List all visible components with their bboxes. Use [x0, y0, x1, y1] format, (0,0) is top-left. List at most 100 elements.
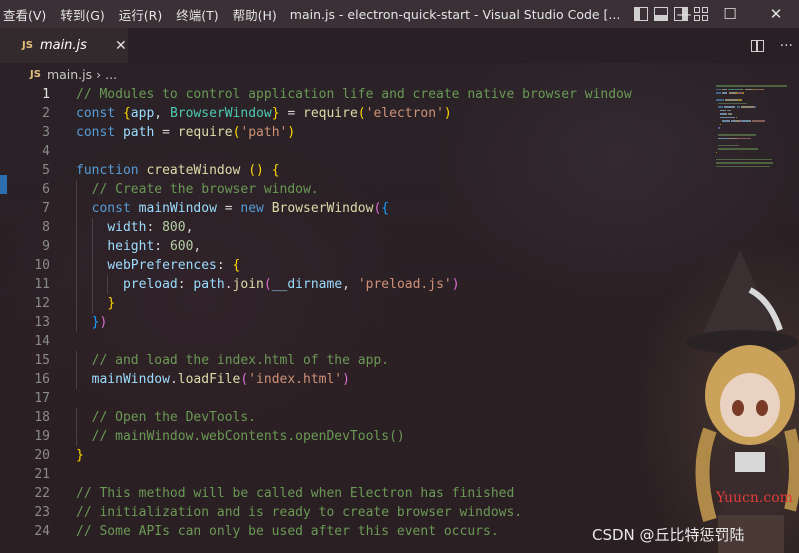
- code-line[interactable]: 19 // mainWindow.webContents.openDevTools…: [0, 427, 720, 446]
- minimap-mark: [734, 116, 735, 118]
- minimap-mark: [743, 92, 744, 94]
- code-token: }: [76, 448, 84, 463]
- indent-guide: [76, 199, 77, 218]
- minimap-mark: [753, 88, 763, 90]
- code-token: createWindow: [146, 163, 241, 178]
- toggle-primary-sidebar-icon[interactable]: [634, 7, 649, 21]
- indent-guide: [76, 408, 77, 427]
- code-line[interactable]: 12}: [0, 294, 720, 313]
- code-token: (: [263, 277, 272, 292]
- code-token: // Create the browser window.: [91, 182, 319, 197]
- breadcrumb-file[interactable]: main.js: [47, 67, 92, 82]
- code-line[interactable]: 20}: [0, 446, 720, 465]
- code-line[interactable]: 11 preload: path.join(__dirname, 'preload…: [0, 275, 720, 294]
- code-line[interactable]: 15 // and load the index.html of the app.: [0, 351, 720, 370]
- code-token: ): [443, 106, 452, 121]
- minimize-button[interactable]: —: [661, 0, 707, 28]
- code-token: mainWindow: [91, 372, 170, 387]
- minimap-mark: [716, 88, 721, 90]
- code-line[interactable]: 7 const mainWindow = new BrowserWindow({: [0, 199, 720, 218]
- line-number: 8: [42, 220, 50, 235]
- code-token: const: [91, 201, 139, 216]
- minimap-mark: [730, 109, 731, 111]
- maximize-button[interactable]: ☐: [707, 0, 753, 28]
- javascript-file-icon: JS: [30, 68, 41, 80]
- code-line[interactable]: 14: [0, 332, 720, 351]
- menu-terminal[interactable]: 终端(T): [169, 5, 225, 24]
- code-token: {: [232, 258, 241, 273]
- code-line[interactable]: 5 function createWindow () {: [0, 161, 720, 180]
- code-token: =: [154, 125, 178, 140]
- code-text: // Create the browser window.: [92, 180, 319, 199]
- close-window-button[interactable]: ✕: [753, 0, 799, 28]
- split-editor-icon[interactable]: [750, 39, 764, 52]
- code-token: {: [122, 106, 131, 121]
- code-line[interactable]: 23 // initialization and is ready to crea…: [0, 503, 720, 522]
- code-token: require: [177, 125, 233, 140]
- code-line[interactable]: 13}): [0, 313, 720, 332]
- code-text: // Open the DevTools.: [92, 408, 256, 427]
- code-line[interactable]: 22 // This method will be called when Ele…: [0, 484, 720, 503]
- indent-guide: [76, 313, 77, 332]
- line-number: 5: [42, 163, 50, 178]
- code-line[interactable]: 6 // Create the browser window.: [0, 180, 720, 199]
- minimap-mark: [763, 88, 764, 90]
- code-line[interactable]: 3 const path = require('path'): [0, 123, 720, 142]
- code-text: height: 600,: [107, 237, 201, 256]
- minimap-mark: [750, 137, 751, 139]
- code-line[interactable]: 4: [0, 142, 720, 161]
- code-token: ): [99, 315, 108, 330]
- code-editor[interactable]: 1 // Modules to control application life …: [0, 85, 720, 553]
- code-line[interactable]: 21: [0, 465, 720, 484]
- code-token: BrowserWindow: [271, 201, 374, 216]
- menu-run[interactable]: 运行(R): [112, 5, 169, 24]
- menu-help[interactable]: 帮助(H): [226, 5, 284, 24]
- code-token: // Some APIs can only be used after this…: [76, 524, 499, 539]
- code-text: width: 800,: [107, 218, 193, 237]
- code-line[interactable]: 9 height: 600,: [0, 237, 720, 256]
- code-line[interactable]: 8 width: 800,: [0, 218, 720, 237]
- code-line[interactable]: 16 mainWindow.loadFile('index.html'): [0, 370, 720, 389]
- minimap-mark: [718, 106, 723, 108]
- code-token: 'path': [240, 125, 288, 140]
- code-token: // initialization and is ready to create…: [76, 505, 523, 520]
- minimap-mark: [736, 116, 737, 118]
- code-token: require: [303, 106, 358, 121]
- code-token: path: [193, 277, 225, 292]
- indent-guide: [76, 370, 77, 389]
- code-token: ,: [185, 220, 194, 235]
- code-token: ,: [193, 239, 202, 254]
- line-number: 22: [34, 486, 50, 501]
- menu-go[interactable]: 转到(G): [53, 5, 111, 24]
- line-number: 3: [42, 125, 50, 140]
- code-token: preload: [122, 277, 178, 292]
- javascript-file-icon: JS: [22, 40, 33, 51]
- more-actions-icon[interactable]: ···: [780, 38, 793, 54]
- code-line[interactable]: 2 const {app, BrowserWindow} = require('e…: [0, 104, 720, 123]
- breadcrumb-symbol[interactable]: ...: [105, 67, 117, 82]
- indent-guide: [91, 237, 93, 256]
- minimap-mark: [741, 99, 742, 101]
- code-text: }): [92, 313, 108, 332]
- code-line[interactable]: 1 // Modules to control application life …: [0, 85, 720, 104]
- code-line[interactable]: 10 webPreferences: {: [0, 256, 720, 275]
- code-line[interactable]: 18 // Open the DevTools.: [0, 408, 720, 427]
- code-token: 600: [169, 239, 194, 254]
- minimap-mark: [729, 120, 730, 122]
- code-line[interactable]: 17: [0, 389, 720, 408]
- line-number: 10: [34, 258, 50, 273]
- tab-main-js[interactable]: JS main.js ✕: [0, 28, 128, 63]
- minimap[interactable]: [716, 85, 796, 185]
- code-text: const path = require('path'): [76, 123, 295, 142]
- code-text: }: [107, 294, 115, 313]
- window-controls: — ☐ ✕: [661, 0, 799, 28]
- line-number: 14: [34, 334, 50, 349]
- menu-view[interactable]: 查看(V): [0, 5, 53, 24]
- code-text: // initialization and is ready to create…: [76, 503, 522, 522]
- code-text: webPreferences: {: [107, 256, 240, 275]
- close-tab-icon[interactable]: ✕: [115, 38, 127, 54]
- minimap-mark: [742, 88, 743, 90]
- menu-bar: 查看(V) 转到(G) 运行(R) 终端(T) 帮助(H): [0, 5, 284, 24]
- minimap-mark: [755, 106, 756, 108]
